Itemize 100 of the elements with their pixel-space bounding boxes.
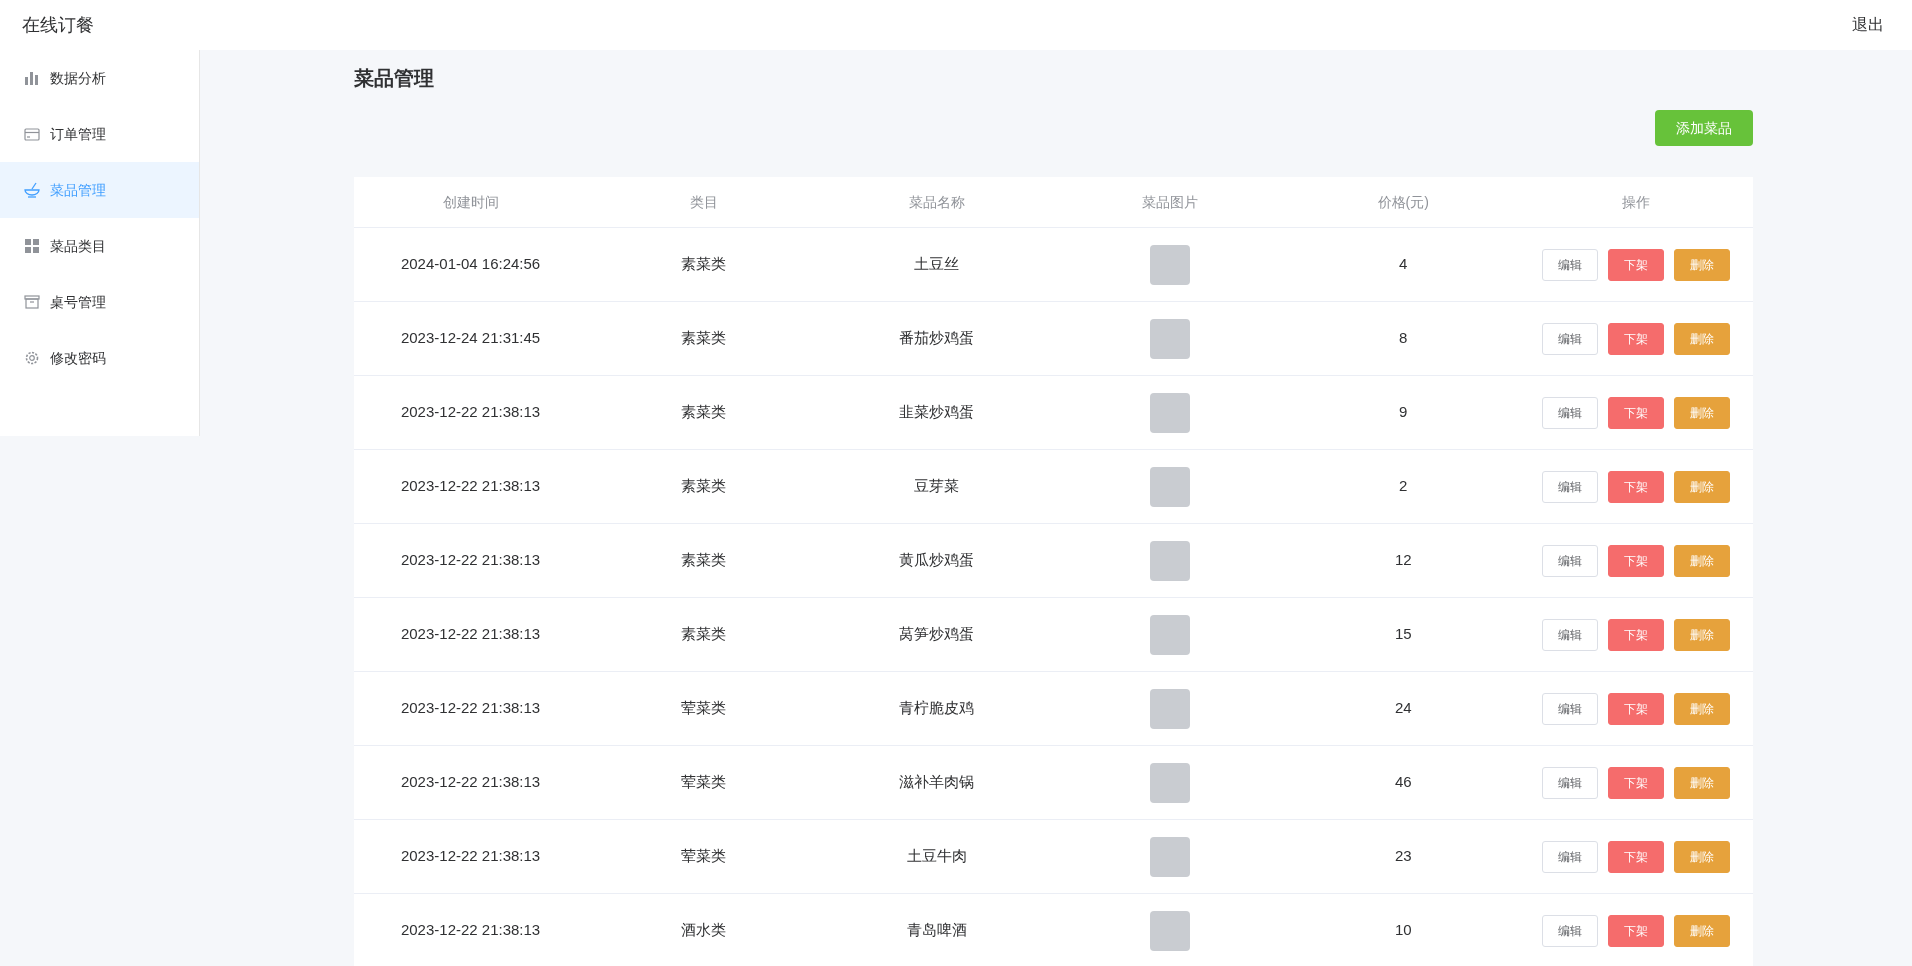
edit-button[interactable]: 编辑: [1542, 840, 1599, 873]
sidebar-item[interactable]: 数据分析: [0, 50, 199, 106]
unlist-button[interactable]: 下架: [1608, 396, 1665, 429]
photo-placeholder: [1150, 244, 1191, 285]
table-cell-text: 4: [1399, 254, 1408, 275]
unlist-button[interactable]: 下架: [1608, 470, 1665, 503]
photo-placeholder: [1150, 466, 1191, 507]
table-cell-text: 2023-12-24 21:31:45: [400, 328, 541, 349]
table-cell-text: 2024-01-04 16:24:56: [400, 254, 541, 275]
edit-button[interactable]: 编辑: [1542, 396, 1599, 429]
edit-button[interactable]: 编辑: [1542, 322, 1599, 355]
add-dish-button[interactable]: 添加菜品: [1655, 110, 1753, 146]
table-cell-text: 韭菜炒鸡蛋: [899, 402, 975, 423]
table-cell-text: 素菜类: [681, 476, 727, 497]
photo-placeholder: [1150, 910, 1191, 951]
sidebar-item[interactable]: 菜品类目: [0, 218, 199, 274]
delete-button[interactable]: 删除: [1674, 544, 1731, 577]
table-cell-text: 素菜类: [681, 624, 727, 645]
unlist-button[interactable]: 下架: [1608, 248, 1665, 281]
edit-button[interactable]: 编辑: [1542, 248, 1599, 281]
photo-placeholder: [1150, 836, 1191, 877]
photo-placeholder: [1150, 688, 1191, 729]
table-cell-text: 素菜类: [681, 402, 727, 423]
delete-button[interactable]: 删除: [1674, 766, 1731, 799]
edit-button[interactable]: 编辑: [1542, 766, 1599, 799]
delete-button[interactable]: 删除: [1674, 618, 1731, 651]
table-cell-text: 2023-12-22 21:38:13: [400, 698, 541, 719]
photo-placeholder: [1150, 614, 1191, 655]
table-cell-text: 15: [1394, 624, 1412, 645]
table-cell-text: 莴笋炒鸡蛋: [899, 624, 975, 645]
table-cell-text: 酒水类: [681, 920, 727, 941]
edit-button[interactable]: 编辑: [1542, 692, 1599, 725]
unlist-button[interactable]: 下架: [1608, 766, 1665, 799]
table-cell-text: 素菜类: [681, 328, 727, 349]
delete-button[interactable]: 删除: [1674, 322, 1731, 355]
column-header: 菜品图片: [1142, 192, 1199, 212]
table-cell-text: 番茄炒鸡蛋: [899, 328, 975, 349]
sidebar-item[interactable]: 修改密码: [0, 330, 199, 386]
delete-button[interactable]: 删除: [1674, 914, 1731, 947]
bowl-icon: [24, 182, 40, 198]
table-cell-text: 9: [1399, 402, 1408, 423]
grid-icon: [24, 238, 40, 254]
table-cell-text: 2: [1399, 476, 1408, 497]
table-cell-text: 青岛啤酒: [906, 920, 967, 941]
edit-button[interactable]: 编辑: [1542, 544, 1599, 577]
table-cell-text: 荤菜类: [681, 698, 727, 719]
table-cell-text: 2023-12-22 21:38:13: [400, 476, 541, 497]
table-cell-text: 46: [1394, 772, 1412, 793]
unlist-button[interactable]: 下架: [1608, 692, 1665, 725]
sidebar-item[interactable]: 桌号管理: [0, 274, 199, 330]
table-cell-text: 23: [1394, 846, 1412, 867]
photo-placeholder: [1150, 392, 1191, 433]
table-cell-text: 素菜类: [681, 254, 727, 275]
table-cell-text: 8: [1399, 328, 1408, 349]
sidebar-item[interactable]: 订单管理: [0, 106, 199, 162]
box-icon: [24, 294, 40, 310]
logout-link[interactable]: 退出: [1852, 13, 1884, 37]
column-header: 类目: [689, 192, 718, 212]
table-cell-text: 荤菜类: [681, 846, 727, 867]
table-cell-text: 2023-12-22 21:38:13: [400, 920, 541, 941]
column-header: 创建时间: [442, 192, 499, 212]
card-icon: [24, 126, 40, 142]
table-cell-text: 2023-12-22 21:38:13: [400, 550, 541, 571]
edit-button[interactable]: 编辑: [1542, 470, 1599, 503]
unlist-button[interactable]: 下架: [1608, 544, 1665, 577]
column-header: 操作: [1622, 192, 1651, 212]
app-title: 在线订餐: [22, 13, 94, 37]
table-cell-text: 2023-12-22 21:38:13: [400, 772, 541, 793]
table-cell-text: 土豆丝: [914, 254, 960, 275]
unlist-button[interactable]: 下架: [1608, 914, 1665, 947]
table-cell-text: 土豆牛肉: [906, 846, 967, 867]
table-cell-text: 2023-12-22 21:38:13: [400, 846, 541, 867]
sidebar-item[interactable]: 菜品管理: [0, 162, 199, 218]
delete-button[interactable]: 删除: [1674, 396, 1731, 429]
column-header: 菜品名称: [908, 192, 965, 212]
table-cell-text: 2023-12-22 21:38:13: [400, 402, 541, 423]
unlist-button[interactable]: 下架: [1608, 840, 1665, 873]
delete-button[interactable]: 删除: [1674, 248, 1731, 281]
table-cell-text: 滋补羊肉锅: [899, 772, 975, 793]
table-cell-text: 青柠脆皮鸡: [899, 698, 975, 719]
unlist-button[interactable]: 下架: [1608, 618, 1665, 651]
table-cell-text: 2023-12-22 21:38:13: [400, 624, 541, 645]
page-title: 菜品管理: [354, 66, 435, 91]
delete-button[interactable]: 删除: [1674, 692, 1731, 725]
delete-button[interactable]: 删除: [1674, 470, 1731, 503]
edit-button[interactable]: 编辑: [1542, 618, 1599, 651]
unlist-button[interactable]: 下架: [1608, 322, 1665, 355]
column-header: 价格(元): [1377, 192, 1429, 212]
delete-button[interactable]: 删除: [1674, 840, 1731, 873]
photo-placeholder: [1150, 318, 1191, 359]
table-cell-text: 24: [1394, 698, 1412, 719]
gear-icon: [24, 350, 40, 366]
table-cell-text: 素菜类: [681, 550, 727, 571]
table-cell-text: 荤菜类: [681, 772, 727, 793]
edit-button[interactable]: 编辑: [1542, 914, 1599, 947]
table-cell-text: 豆芽菜: [914, 476, 960, 497]
table-cell-text: 黄瓜炒鸡蛋: [899, 550, 975, 571]
photo-placeholder: [1150, 540, 1191, 581]
photo-placeholder: [1150, 762, 1191, 803]
table-cell-text: 12: [1394, 550, 1412, 571]
